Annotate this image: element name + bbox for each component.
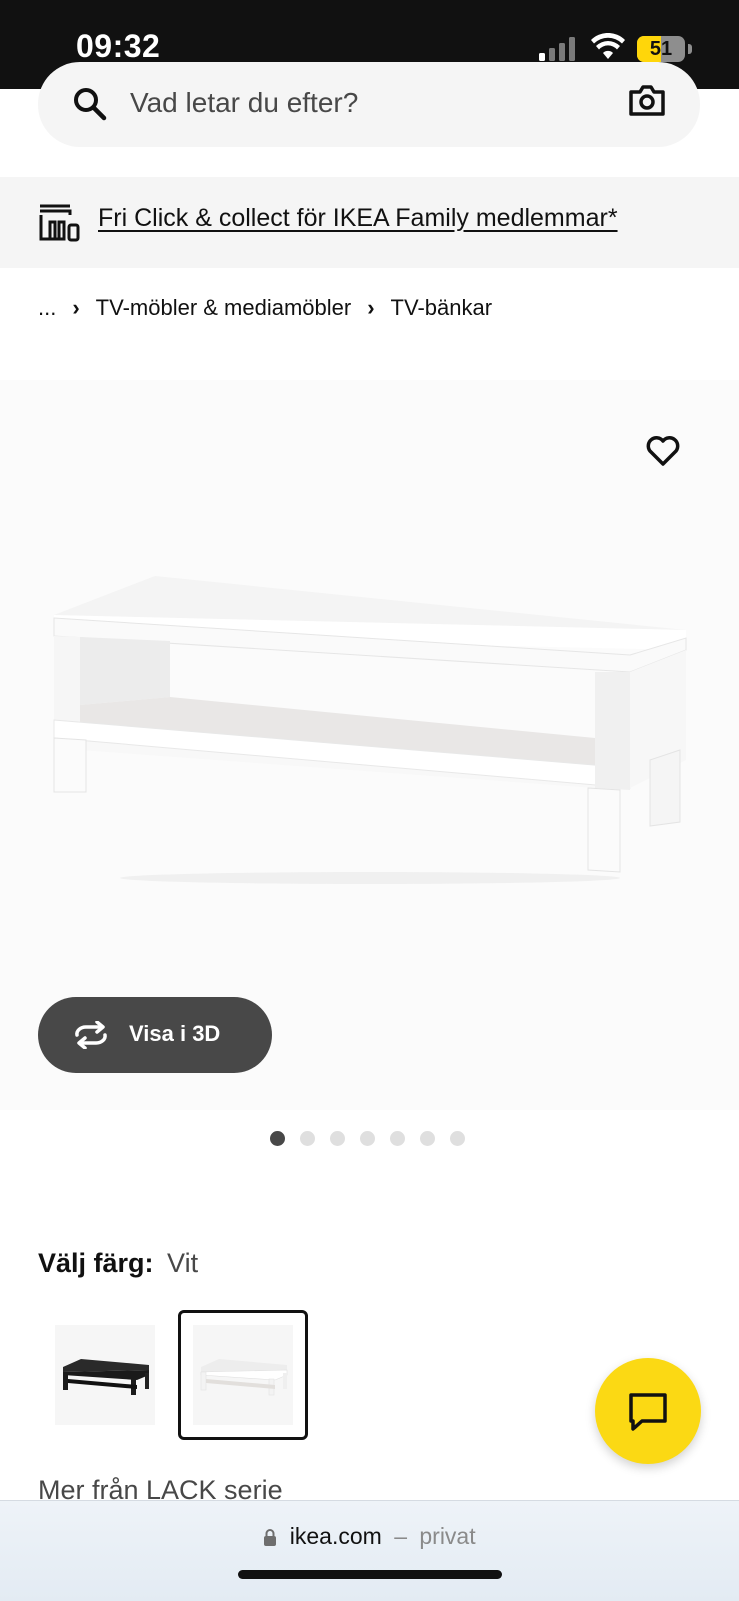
breadcrumb-tv-benches[interactable]: TV-bänkar bbox=[391, 295, 493, 321]
rotate-3d-icon bbox=[75, 1021, 107, 1049]
color-select-heading: Välj färg: Vit bbox=[38, 1248, 198, 1279]
url-private-mode: privat bbox=[419, 1523, 476, 1549]
home-indicator[interactable] bbox=[238, 1570, 502, 1579]
gallery-dot[interactable] bbox=[300, 1131, 315, 1146]
color-select-value: Vit bbox=[167, 1248, 199, 1278]
view-3d-button[interactable]: Visa i 3D bbox=[38, 997, 272, 1073]
chevron-right-icon: › bbox=[72, 295, 80, 320]
battery-icon: 51 bbox=[637, 36, 685, 62]
url-row[interactable]: ikea.com – privat bbox=[0, 1523, 739, 1550]
heart-icon bbox=[646, 436, 680, 466]
breadcrumb: ... › TV-möbler & mediamöbler › TV-bänka… bbox=[38, 293, 492, 323]
promo-link[interactable]: Fri Click & collect för IKEA Family medl… bbox=[98, 204, 618, 233]
camera-icon[interactable] bbox=[628, 83, 666, 117]
search-input[interactable] bbox=[128, 82, 592, 124]
lock-icon bbox=[264, 1529, 277, 1546]
gallery-dot[interactable] bbox=[420, 1131, 435, 1146]
battery-nub bbox=[688, 44, 692, 54]
breadcrumb-ellipsis[interactable]: ... bbox=[38, 295, 56, 321]
url-separator: – bbox=[394, 1523, 407, 1549]
breadcrumb-tv-furniture[interactable]: TV-möbler & mediamöbler bbox=[96, 295, 352, 321]
status-time: 09:32 bbox=[76, 28, 161, 64]
battery-level: 51 bbox=[649, 38, 673, 60]
gallery-dot[interactable] bbox=[270, 1131, 285, 1146]
chevron-right-icon: › bbox=[367, 295, 375, 320]
chat-button[interactable] bbox=[595, 1358, 701, 1464]
url-domain: ikea.com bbox=[289, 1523, 382, 1549]
wifi-icon bbox=[591, 33, 625, 59]
gallery-dot[interactable] bbox=[450, 1131, 465, 1146]
store-pickup-icon bbox=[39, 204, 80, 242]
promo-banner: Fri Click & collect för IKEA Family medl… bbox=[0, 177, 739, 268]
chat-icon bbox=[629, 1393, 667, 1431]
color-swatch-white[interactable] bbox=[178, 1310, 308, 1440]
color-swatch-black[interactable] bbox=[40, 1310, 170, 1440]
swatch-image-black bbox=[55, 1325, 155, 1425]
gallery-dot[interactable] bbox=[360, 1131, 375, 1146]
product-image-tv-bench bbox=[53, 576, 687, 884]
search-icon[interactable] bbox=[72, 86, 108, 122]
gallery-pagination bbox=[270, 1131, 465, 1149]
swatch-image-white bbox=[193, 1325, 293, 1425]
view-3d-label: Visa i 3D bbox=[129, 1021, 221, 1046]
product-gallery[interactable]: Visa i 3D bbox=[0, 380, 739, 1110]
browser-url-bar[interactable]: ikea.com – privat bbox=[0, 1500, 739, 1601]
color-select-label: Välj färg: bbox=[38, 1248, 154, 1278]
gallery-dot[interactable] bbox=[390, 1131, 405, 1146]
favorite-button[interactable] bbox=[637, 425, 689, 477]
signal-icon bbox=[539, 37, 575, 61]
gallery-dot[interactable] bbox=[330, 1131, 345, 1146]
search-bar[interactable] bbox=[38, 62, 700, 147]
